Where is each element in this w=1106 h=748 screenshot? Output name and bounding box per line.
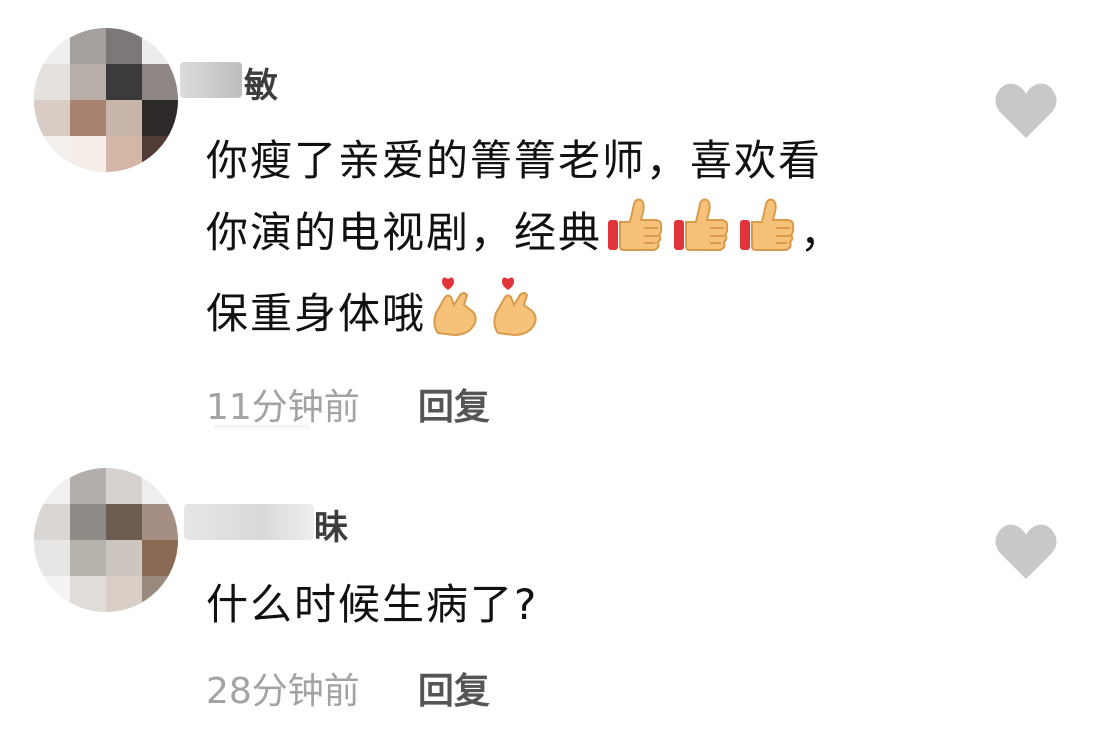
reply-button[interactable]: 回复: [418, 387, 490, 428]
heart-icon[interactable]: [994, 82, 1058, 140]
comment-line-text: ，: [800, 208, 845, 257]
comment-line: 你演的电视剧，经典 ，: [206, 196, 844, 275]
comment-meta: 11分钟前 回复: [206, 378, 490, 430]
comment-line-text: 你演的电视剧，经典: [206, 208, 603, 257]
comment-text: 什么时候生病了?: [206, 570, 538, 640]
comment-line-text: 保重身体哦: [206, 289, 427, 338]
avatar[interactable]: [34, 28, 178, 172]
timestamp: 11分钟前: [206, 387, 360, 428]
username[interactable]: 昧: [314, 500, 349, 549]
comment-line: 你瘦了亲爱的箐箐老师，喜欢看: [206, 136, 823, 185]
comment-text: 你瘦了亲爱的箐箐老师，喜欢看 你演的电视剧，经典 ， 保重身体哦: [206, 126, 844, 358]
reply-button[interactable]: 回复: [418, 671, 490, 712]
avatar-mosaic: [34, 28, 178, 172]
finger-heart-icon: [488, 275, 544, 358]
avatar-mosaic: [34, 468, 178, 612]
heart-icon[interactable]: [994, 523, 1058, 581]
divider: [214, 425, 309, 431]
thumbs-up-icon: [736, 196, 798, 275]
comment-item: 昧 什么时候生病了? 28分钟前 回复: [0, 450, 1106, 748]
username[interactable]: 敏: [244, 58, 279, 107]
thumbs-up-icon: [670, 196, 732, 275]
comment-line: 什么时候生病了?: [206, 580, 539, 629]
username-blur: [184, 504, 314, 540]
avatar[interactable]: [34, 468, 178, 612]
username-blur: [180, 62, 242, 98]
timestamp: 28分钟前: [206, 671, 360, 712]
comment-line: 保重身体哦: [206, 275, 844, 358]
finger-heart-icon: [428, 275, 484, 358]
thumbs-up-icon: [604, 196, 666, 275]
comment-item: 敏 你瘦了亲爱的箐箐老师，喜欢看 你演的电视剧，经典 ， 保重身体哦 11分钟前 回…: [0, 0, 1106, 440]
comment-meta: 28分钟前 回复: [206, 662, 490, 714]
